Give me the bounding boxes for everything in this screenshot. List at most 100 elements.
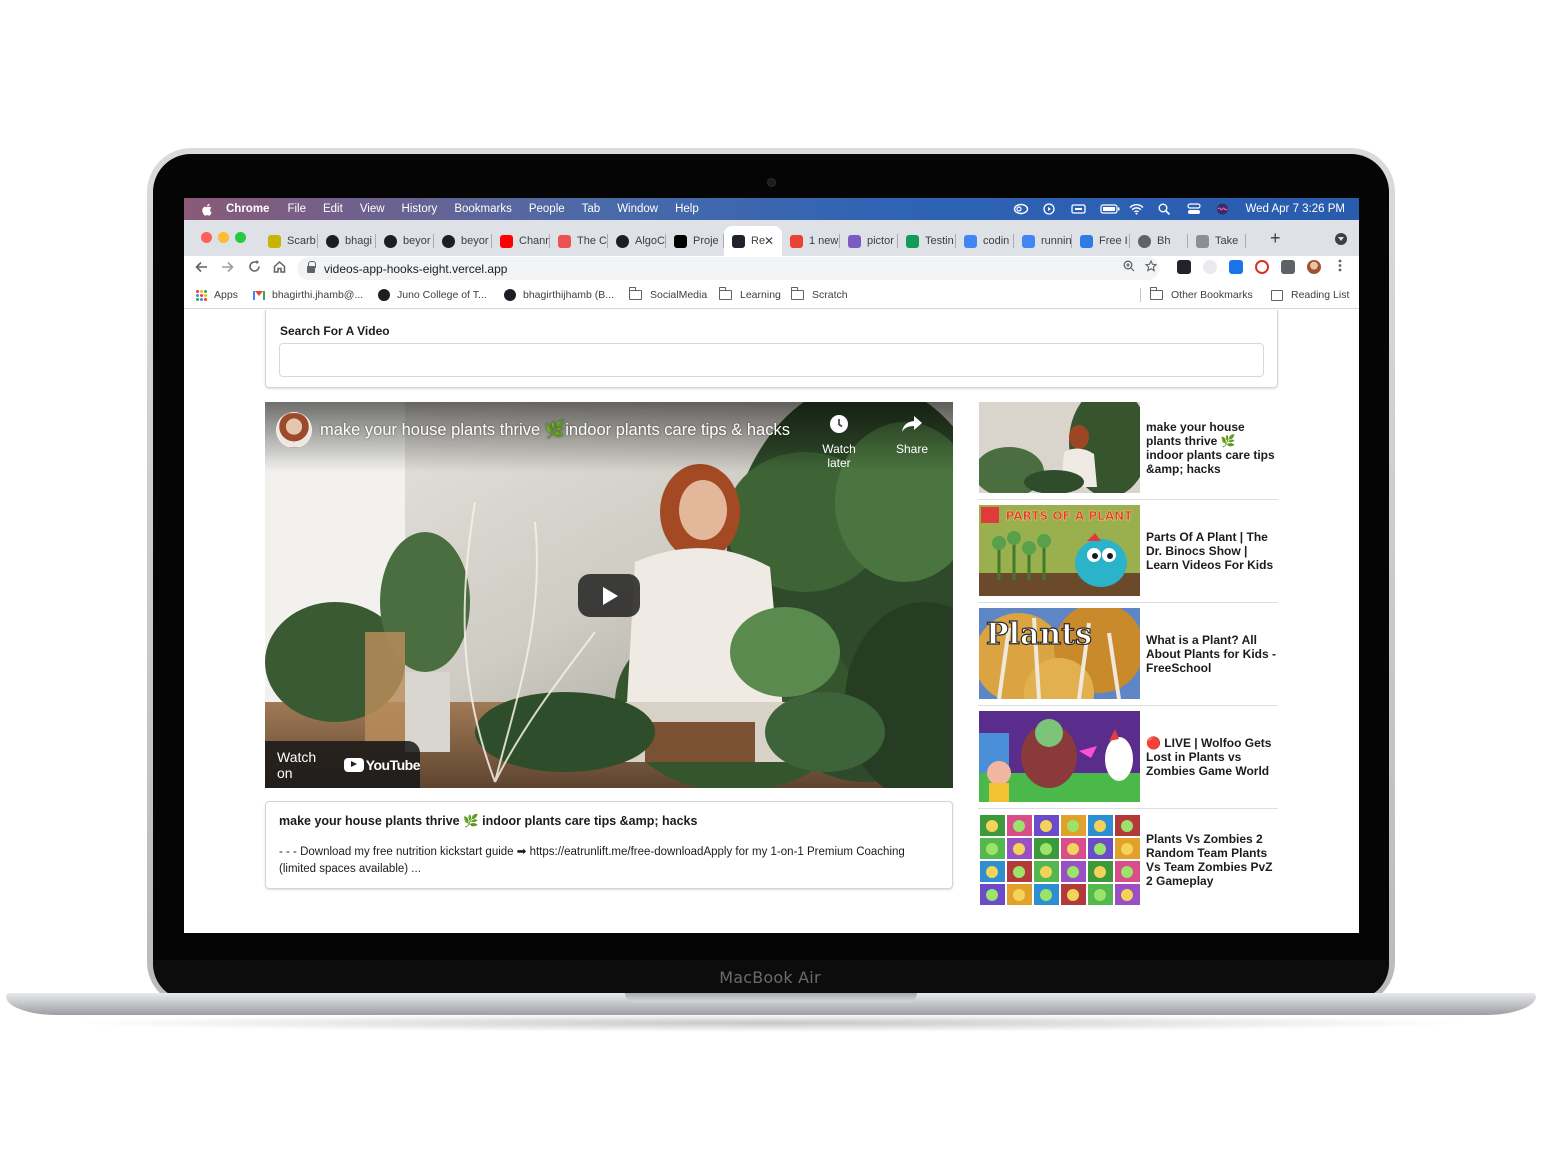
browser-tab[interactable]: bhagi bbox=[318, 226, 376, 256]
siri-icon[interactable] bbox=[1216, 203, 1231, 215]
reload-icon[interactable] bbox=[248, 260, 261, 276]
menu-history[interactable]: History bbox=[402, 203, 438, 215]
plants-woman-thumbnail[interactable] bbox=[979, 402, 1140, 493]
menu-chrome[interactable]: Chrome bbox=[226, 203, 269, 215]
gmail-icon bbox=[790, 234, 803, 248]
browser-tab[interactable]: beyor bbox=[376, 226, 434, 256]
pvz-character bbox=[1067, 820, 1079, 832]
browser-tab[interactable]: AlgoC bbox=[608, 226, 666, 256]
video-list-item[interactable]: Plants What is a Plant? All About Plants… bbox=[978, 608, 1278, 711]
video-list-title[interactable]: Plants Vs Zombies 2 Random Team Plants V… bbox=[1146, 814, 1276, 905]
wifi-icon[interactable] bbox=[1129, 203, 1144, 215]
channel-avatar[interactable] bbox=[276, 412, 312, 448]
battery-icon[interactable] bbox=[1100, 203, 1120, 215]
bookmark-folder-scratch[interactable]: Scratch bbox=[791, 287, 848, 301]
menu-tab[interactable]: Tab bbox=[582, 203, 601, 215]
browser-tab[interactable]: Bh bbox=[1130, 226, 1188, 256]
display-icon[interactable] bbox=[1071, 203, 1087, 215]
video-list-title[interactable]: make your house plants thrive 🌿 indoor p… bbox=[1146, 402, 1276, 493]
menu-bookmarks[interactable]: Bookmarks bbox=[454, 203, 512, 215]
plants-trees-thumbnail[interactable]: Plants bbox=[979, 608, 1140, 699]
lock-icon[interactable] bbox=[307, 261, 316, 273]
player-title[interactable]: make your house plants thrive 🌿indoor pl… bbox=[320, 421, 790, 440]
pvz-character bbox=[1013, 866, 1025, 878]
spotlight-search-icon[interactable] bbox=[1158, 203, 1173, 215]
pvz-character bbox=[1013, 889, 1025, 901]
apps-grid-icon bbox=[196, 289, 207, 301]
bookmark-bhagirthijhamb[interactable]: bhagirthijhamb (B... bbox=[504, 289, 614, 301]
bookmark-label: Scratch bbox=[812, 289, 848, 301]
bookmark-juno-college[interactable]: Juno College of T... bbox=[378, 289, 487, 301]
video-list-item[interactable]: PARTS OF A PLANT Parts Of A Plant | The … bbox=[978, 505, 1278, 608]
browser-tab[interactable]: beyor bbox=[434, 226, 492, 256]
menu-people[interactable]: People bbox=[529, 203, 565, 215]
new-tab-button[interactable]: + bbox=[1270, 228, 1281, 249]
browser-tab[interactable]: Scarb bbox=[260, 226, 318, 256]
video-list-title[interactable]: 🔴 LIVE | Wolfoo Gets Lost in Plants vs Z… bbox=[1146, 711, 1276, 802]
menu-help[interactable]: Help bbox=[675, 203, 699, 215]
pvz-grid-thumbnail[interactable] bbox=[979, 814, 1140, 905]
browser-tab[interactable]: The C bbox=[550, 226, 608, 256]
video-list-item[interactable]: make your house plants thrive 🌿 indoor p… bbox=[978, 402, 1278, 505]
apple-logo-icon[interactable] bbox=[202, 203, 214, 216]
screen-record-icon[interactable] bbox=[1042, 203, 1057, 215]
window-close-button[interactable] bbox=[201, 232, 212, 243]
window-minimize-button[interactable] bbox=[218, 232, 229, 243]
bookmark-star-icon[interactable] bbox=[1144, 259, 1158, 275]
bookmark-reading-list[interactable]: Reading List bbox=[1271, 289, 1349, 301]
browser-tab[interactable]: 1 new bbox=[782, 226, 840, 256]
browser-tab[interactable]: Re ✕ bbox=[724, 226, 782, 256]
play-button[interactable] bbox=[578, 574, 640, 617]
control-center-icon[interactable] bbox=[1187, 203, 1202, 215]
bookmark-folder-learning[interactable]: Learning bbox=[719, 287, 781, 301]
bookmark-folder-socialmedia[interactable]: SocialMedia bbox=[629, 287, 707, 301]
video-player[interactable]: make your house plants thrive 🌿indoor pl… bbox=[265, 402, 953, 788]
extension-ghost-icon[interactable] bbox=[1203, 260, 1217, 274]
menu-edit[interactable]: Edit bbox=[323, 203, 343, 215]
share-button[interactable]: Share bbox=[882, 412, 942, 456]
menu-file[interactable]: File bbox=[287, 203, 306, 215]
bookmark-gmail[interactable]: bhagirthi.jhamb@... bbox=[253, 289, 363, 301]
search-input[interactable] bbox=[279, 343, 1264, 377]
back-arrow-icon[interactable] bbox=[195, 260, 208, 276]
react-devtools-extension-icon[interactable] bbox=[1177, 260, 1191, 274]
browser-tab[interactable]: Proje bbox=[666, 226, 724, 256]
home-icon[interactable] bbox=[273, 260, 286, 276]
video-list-title[interactable]: What is a Plant? All About Plants for Ki… bbox=[1146, 608, 1276, 699]
screencast-extension-icon[interactable] bbox=[1229, 260, 1243, 274]
bookmark-apps[interactable]: Apps bbox=[196, 289, 238, 301]
video-list-title[interactable]: Parts Of A Plant | The Dr. Binocs Show |… bbox=[1146, 505, 1276, 596]
close-tab-icon[interactable]: ✕ bbox=[764, 234, 774, 248]
pvz-character bbox=[1094, 889, 1106, 901]
timer-extension-icon[interactable] bbox=[1255, 260, 1269, 274]
browser-tab[interactable]: codin bbox=[956, 226, 1014, 256]
menubar-clock[interactable]: Wed Apr 7 3:26 PM bbox=[1245, 203, 1345, 215]
address-bar[interactable]: videos-app-hooks-eight.vercel.app bbox=[297, 257, 1159, 280]
creative-cloud-icon[interactable] bbox=[1013, 203, 1029, 215]
forward-arrow-icon[interactable] bbox=[221, 260, 234, 276]
video-list-item[interactable]: Plants Vs Zombies 2 Random Team Plants V… bbox=[978, 814, 1278, 917]
browser-tab[interactable]: Chann bbox=[492, 226, 550, 256]
menu-window[interactable]: Window bbox=[617, 203, 658, 215]
bookmark-label: Learning bbox=[740, 289, 781, 301]
watch-on-youtube-button[interactable]: Watch on YouTube bbox=[265, 741, 421, 788]
browser-tab[interactable]: pictor bbox=[840, 226, 898, 256]
profile-avatar[interactable] bbox=[1307, 260, 1321, 274]
pvz-character bbox=[1094, 820, 1106, 832]
zoom-icon[interactable] bbox=[1123, 260, 1135, 275]
tab-label: beyor bbox=[403, 235, 431, 247]
wolfoo-thumbnail[interactable] bbox=[979, 711, 1140, 802]
browser-tab[interactable]: Free I bbox=[1072, 226, 1130, 256]
chrome-menu-icon[interactable] bbox=[1338, 259, 1342, 275]
window-zoom-button[interactable] bbox=[235, 232, 246, 243]
bookmark-other-bookmarks[interactable]: Other Bookmarks bbox=[1150, 287, 1253, 301]
menu-view[interactable]: View bbox=[360, 203, 385, 215]
browser-tab[interactable]: Testin bbox=[898, 226, 956, 256]
tab-search-icon[interactable] bbox=[1335, 233, 1347, 245]
browser-tab[interactable]: Take bbox=[1188, 226, 1246, 256]
parts-of-a-plant-thumbnail[interactable]: PARTS OF A PLANT bbox=[979, 505, 1140, 596]
extensions-puzzle-icon[interactable] bbox=[1281, 260, 1295, 274]
watch-later-button[interactable]: Watch later bbox=[809, 412, 869, 470]
video-list-item[interactable]: 🔴 LIVE | Wolfoo Gets Lost in Plants vs Z… bbox=[978, 711, 1278, 814]
browser-tab[interactable]: runnin bbox=[1014, 226, 1072, 256]
